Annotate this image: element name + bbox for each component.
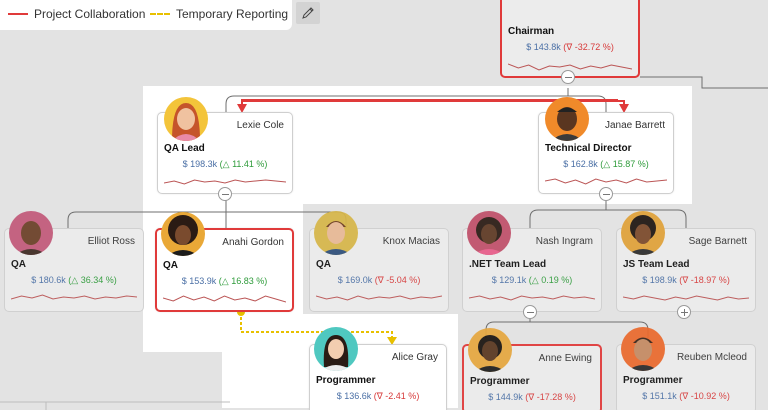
- node-name: Alice Gray: [391, 352, 438, 363]
- node-card-sage-barnett[interactable]: Sage Barnett JS Team Lead $ 198.9k (∇ -1…: [616, 211, 756, 312]
- avatar: [621, 327, 665, 371]
- collapse-toggle[interactable]: [523, 305, 537, 319]
- edit-button[interactable]: [296, 2, 320, 24]
- node-name: Janae Barrett: [604, 120, 665, 131]
- collapse-toggle[interactable]: [218, 187, 232, 201]
- node-name: Nash Ingram: [535, 236, 593, 247]
- node-card-reuben-mcleod[interactable]: Reuben Mcleod Programmer $ 151.1k (∇ -10…: [616, 327, 756, 410]
- pencil-icon: [302, 7, 314, 19]
- avatar: [621, 211, 665, 255]
- solid-line-icon: [8, 13, 28, 15]
- avatar: [9, 211, 53, 255]
- legend: Project Collaboration Temporary Reportin…: [0, 0, 292, 30]
- node-title: JS Team Lead: [623, 259, 690, 270]
- legend-label-project-collaboration: Project Collaboration: [34, 7, 146, 21]
- node-card-alice-gray[interactable]: Alice Gray Programmer $ 136.6k (∇ -2.41 …: [309, 327, 447, 410]
- node-metric: $ 198.3k (△ 11.41 %): [182, 159, 268, 169]
- node-metric: $ 151.1k (∇ -10.92 %): [642, 391, 730, 401]
- collapse-toggle[interactable]: [561, 70, 575, 84]
- node-title: QA: [316, 259, 331, 270]
- node-name: Anahi Gordon: [222, 237, 284, 248]
- node-title: QA Lead: [164, 143, 205, 154]
- org-chart-canvas[interactable]: Chairman $ 143.8k (∇ -32.72 %) Lexie Col…: [0, 0, 768, 410]
- node-metric: $ 198.9k (∇ -18.97 %): [642, 275, 730, 285]
- avatar: [164, 97, 208, 141]
- node-metric: $ 169.0k (∇ -5.04 %): [337, 275, 421, 285]
- node-card-elliot-ross[interactable]: Elliot Ross QA $ 180.6k (△ 36.34 %): [4, 211, 144, 312]
- node-card-anne-ewing[interactable]: Anne Ewing Programmer $ 144.9k (∇ -17.28…: [462, 328, 602, 410]
- node-card-chairman[interactable]: Chairman $ 143.8k (∇ -32.72 %): [500, 0, 640, 78]
- node-card-anahi-gordon[interactable]: Anahi Gordon QA $ 153.9k (△ 16.83 %): [155, 212, 294, 312]
- sparkline: [623, 287, 749, 307]
- avatar: [468, 328, 512, 372]
- legend-label-temporary-reporting: Temporary Reporting: [176, 7, 289, 21]
- node-name: Elliot Ross: [87, 236, 135, 247]
- node-metric: $ 129.1k (△ 0.19 %): [491, 275, 573, 285]
- node-title: Programmer: [316, 375, 376, 386]
- avatar: [161, 212, 205, 256]
- node-metric: $ 180.6k (△ 36.34 %): [31, 275, 117, 285]
- node-name: Lexie Cole: [236, 120, 284, 131]
- sparkline: [316, 287, 442, 307]
- dashed-line-icon: [150, 13, 170, 15]
- node-metric: $ 136.6k (∇ -2.41 %): [336, 391, 420, 401]
- node-card-knox-macias[interactable]: Knox Macias QA $ 169.0k (∇ -5.04 %): [309, 211, 449, 312]
- node-name: Anne Ewing: [538, 353, 592, 364]
- avatar: [467, 211, 511, 255]
- avatar: [545, 97, 589, 141]
- node-name: Sage Barnett: [688, 236, 747, 247]
- node-title: QA: [11, 259, 26, 270]
- collapse-toggle[interactable]: [599, 187, 613, 201]
- node-card-janae-barrett[interactable]: Janae Barrett Technical Director $ 162.8…: [538, 97, 674, 194]
- node-name: Reuben Mcleod: [676, 352, 747, 363]
- node-title: QA: [163, 260, 178, 271]
- node-card-nash-ingram[interactable]: Nash Ingram .NET Team Lead $ 129.1k (△ 0…: [462, 211, 602, 312]
- node-metric: $ 162.8k (△ 15.87 %): [563, 159, 649, 169]
- expand-toggle[interactable]: [677, 305, 691, 319]
- sparkline: [469, 287, 595, 307]
- node-name: Knox Macias: [382, 236, 440, 247]
- node-metric: $ 144.9k (∇ -17.28 %): [488, 392, 576, 402]
- node-title: Programmer: [623, 375, 683, 386]
- node-card-lexie-cole[interactable]: Lexie Cole QA Lead $ 198.3k (△ 11.41 %): [157, 97, 293, 194]
- node-title: Programmer: [470, 376, 530, 387]
- node-title: Chairman: [508, 26, 555, 37]
- horizontal-scrollbar[interactable]: [0, 400, 230, 410]
- avatar: [314, 327, 358, 371]
- sparkline: [11, 287, 137, 307]
- sparkline: [163, 288, 286, 308]
- node-title: .NET Team Lead: [469, 259, 547, 270]
- node-metric: $ 153.9k (△ 16.83 %): [181, 276, 268, 286]
- avatar: [314, 211, 358, 255]
- node-metric: $ 143.8k (∇ -32.72 %): [526, 42, 614, 52]
- node-title: Technical Director: [545, 143, 632, 154]
